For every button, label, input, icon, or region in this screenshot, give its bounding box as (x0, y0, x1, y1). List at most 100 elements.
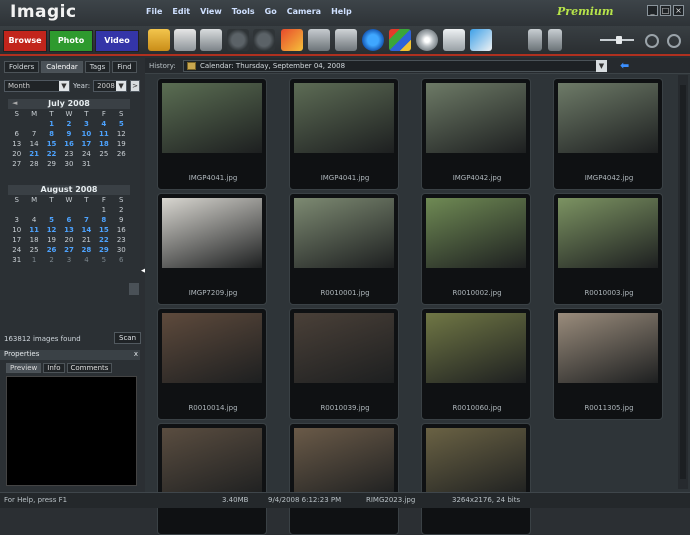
menu-help[interactable]: Help (331, 7, 352, 16)
calendar-day[interactable]: 24 (78, 149, 95, 159)
calendar-day[interactable]: 24 (8, 245, 25, 255)
calendar-day[interactable]: 27 (60, 245, 77, 255)
calendar-day[interactable]: 20 (60, 235, 77, 245)
scanner-icon[interactable] (200, 29, 222, 51)
calendar-day[interactable]: 19 (113, 139, 130, 149)
thumbnail-item[interactable] (157, 423, 267, 535)
scroll-track[interactable] (680, 85, 686, 479)
next-year-button[interactable]: > (130, 80, 141, 92)
calendar-day[interactable]: 6 (60, 215, 77, 225)
calendar-day[interactable]: 4 (95, 119, 112, 129)
calendar-day[interactable]: 25 (95, 149, 112, 159)
thumbnail-item[interactable]: IMGP7209.jpg (157, 193, 267, 305)
slider-knob[interactable] (616, 36, 622, 44)
open-folder-icon[interactable] (148, 29, 170, 51)
calendar-day[interactable]: 12 (43, 225, 60, 235)
photo-mode-button[interactable]: Photo (49, 30, 93, 52)
browse-mode-button[interactable]: Browse (3, 30, 47, 52)
calendar-day[interactable]: 4 (78, 255, 95, 265)
calendar-day[interactable]: 3 (78, 119, 95, 129)
calendar-day[interactable]: 14 (25, 139, 42, 149)
calendar-day[interactable]: 26 (43, 245, 60, 255)
calendar-day[interactable]: 9 (60, 129, 77, 139)
tab-comments[interactable]: Comments (66, 363, 113, 373)
calendar-day[interactable]: 6 (8, 129, 25, 139)
calendar-day[interactable]: 21 (25, 149, 42, 159)
calendar-day[interactable]: 19 (43, 235, 60, 245)
cd-burn-icon[interactable] (416, 29, 438, 51)
calendar-day[interactable]: 28 (25, 159, 42, 169)
calendar-day[interactable]: 5 (113, 119, 130, 129)
calendar-day[interactable]: 15 (43, 139, 60, 149)
slideshow-icon[interactable] (389, 29, 411, 51)
calendar-day[interactable]: 11 (25, 225, 42, 235)
calendar-day[interactable]: 7 (78, 215, 95, 225)
calendar-day[interactable]: 2 (113, 205, 130, 215)
prev-month-icon[interactable]: ◄ (12, 99, 17, 107)
thumbnail-item[interactable]: IMGP4042.jpg (553, 78, 663, 190)
cart-add-icon[interactable] (528, 29, 542, 51)
calendar-day[interactable]: 23 (113, 235, 130, 245)
calendar-day[interactable]: 6 (113, 255, 130, 265)
chevron-down-icon[interactable]: ▼ (596, 60, 607, 72)
thumbnail-item[interactable]: R0010039.jpg (289, 308, 399, 420)
cart-icon[interactable] (548, 29, 562, 51)
calendar-day[interactable]: 31 (78, 159, 95, 169)
close-icon[interactable]: × (673, 5, 684, 16)
thumbnail-item[interactable]: R0010060.jpg (421, 308, 531, 420)
calendar-day[interactable]: 10 (8, 225, 25, 235)
calendar-day[interactable]: 5 (95, 255, 112, 265)
calendar-day[interactable]: 4 (25, 215, 42, 225)
calendar-day[interactable]: 3 (8, 215, 25, 225)
calendar-day[interactable]: 2 (43, 255, 60, 265)
menu-go[interactable]: Go (265, 7, 277, 16)
thumbnail-item[interactable] (421, 423, 531, 535)
maximize-icon[interactable]: □ (660, 5, 671, 16)
calendar-day[interactable]: 8 (95, 215, 112, 225)
thumbnail-item[interactable]: IMGP4041.jpg (289, 78, 399, 190)
print-icon[interactable] (174, 29, 196, 51)
rotate-left-icon[interactable] (227, 29, 249, 51)
thumbnail-size-slider[interactable] (600, 36, 634, 44)
calendar-day[interactable]: 29 (43, 159, 60, 169)
calendar-day[interactable]: 3 (60, 255, 77, 265)
calendar-day[interactable]: 17 (8, 235, 25, 245)
vertical-scrollbar[interactable] (678, 75, 688, 489)
calendar-day[interactable]: 16 (113, 225, 130, 235)
view-select[interactable]: Month ▼ (4, 80, 70, 92)
year-select[interactable]: 2008 ▼ (93, 80, 128, 92)
calendar-day[interactable]: 21 (78, 235, 95, 245)
minimize-icon[interactable]: _ (647, 5, 658, 16)
calendar-day[interactable]: 12 (113, 129, 130, 139)
history-select[interactable]: Calendar: Thursday, September 04, 2008 (183, 60, 607, 72)
calendar-scroll-thumb[interactable] (129, 283, 139, 295)
calendar-day[interactable]: 7 (25, 129, 42, 139)
calendar-day[interactable]: 22 (43, 149, 60, 159)
tab-folders[interactable]: Folders (4, 61, 40, 73)
thumbnail-item[interactable]: IMGP4041.jpg (157, 78, 267, 190)
calendar-day[interactable]: 29 (95, 245, 112, 255)
calendar-day[interactable]: 13 (8, 139, 25, 149)
menu-view[interactable]: View (200, 7, 222, 16)
menu-file[interactable]: File (146, 7, 162, 16)
calendar-day[interactable]: 18 (95, 139, 112, 149)
calendar-day[interactable]: 14 (78, 225, 95, 235)
refresh-icon[interactable] (362, 29, 384, 51)
scan-button[interactable]: Scan (114, 332, 142, 344)
calendar-day[interactable]: 15 (95, 225, 112, 235)
thumbnail-item[interactable]: R0010014.jpg (157, 308, 267, 420)
zoom-in-icon[interactable] (667, 34, 681, 48)
rotate-right-icon[interactable] (253, 29, 275, 51)
calendar-day[interactable]: 1 (43, 119, 60, 129)
tab-calendar[interactable]: Calendar (41, 61, 83, 73)
calendar-day[interactable]: 28 (78, 245, 95, 255)
thumbnail-item[interactable]: R0010002.jpg (421, 193, 531, 305)
thumbnail-item[interactable]: R0010003.jpg (553, 193, 663, 305)
calendar-day[interactable]: 16 (60, 139, 77, 149)
crop-icon[interactable] (308, 29, 330, 51)
tab-preview[interactable]: Preview (6, 363, 42, 373)
calendar-day[interactable]: 9 (113, 215, 130, 225)
calendar-day[interactable]: 1 (25, 255, 42, 265)
delete-icon[interactable] (335, 29, 357, 51)
calendar-day[interactable]: 26 (113, 149, 130, 159)
